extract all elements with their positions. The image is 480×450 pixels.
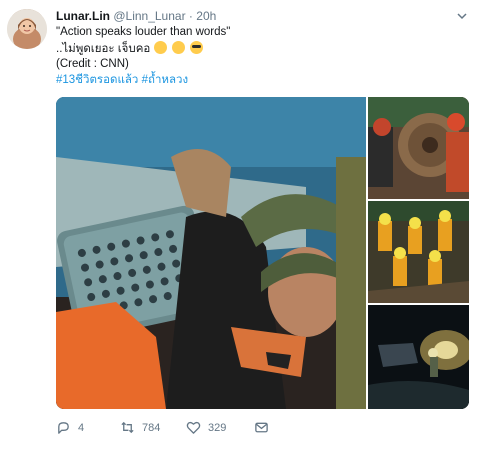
reply-icon [58, 422, 69, 434]
tweet-text: "Action speaks louder than words" ..ไม่พ… [56, 25, 466, 88]
chevron-down-icon[interactable] [456, 10, 468, 22]
media-photo-2[interactable] [368, 97, 469, 199]
like-button[interactable]: 329 [186, 420, 226, 435]
hashtag-link-2[interactable]: #ถ้ำหลวง [142, 74, 189, 86]
sunglasses-face-emoji [189, 40, 203, 54]
retweet-icon [121, 421, 134, 434]
reply-button[interactable]: 4 [56, 420, 84, 435]
separator-dot: · [188, 9, 193, 23]
tweet-timestamp[interactable]: 20h [196, 9, 216, 23]
direct-message-button[interactable] [254, 420, 269, 435]
author-name[interactable]: Lunar.Lin [56, 9, 110, 23]
tweet-credit: (Credit : CNN) [56, 58, 129, 70]
media-photo-3[interactable] [368, 201, 469, 303]
retweet-button[interactable]: 784 [120, 420, 160, 435]
tweet-thai-text: ..ไม่พูดเยอะ เจ็บคอ [56, 42, 151, 55]
tweet-hashtags: #13ชีวิตรอดแล้ว #ถ้ำหลวง [56, 73, 466, 89]
media-photo-4[interactable] [368, 305, 469, 409]
media-gallery [56, 97, 469, 409]
avatar[interactable] [7, 9, 47, 49]
tweet-header: Lunar.Lin @Linn_Lunar · 20h [56, 9, 216, 23]
zipper-mouth-face-emoji [153, 40, 167, 54]
hashtag-link-1[interactable]: #13ชีวิตรอดแล้ว [56, 74, 138, 86]
retweet-count: 784 [142, 421, 161, 434]
envelope-icon [255, 422, 268, 433]
author-handle[interactable]: @Linn_Lunar [113, 9, 185, 23]
tweet-card[interactable]: Lunar.Lin @Linn_Lunar · 20h "Action spea… [0, 0, 480, 450]
media-photo-main[interactable] [56, 97, 366, 409]
relieved-face-emoji [171, 40, 185, 54]
tweet-line-thai: ..ไม่พูดเยอะ เจ็บคอ [56, 40, 466, 58]
reply-count: 4 [78, 421, 85, 434]
heart-icon [186, 421, 201, 434]
like-count: 329 [208, 421, 227, 434]
tweet-line-quote: "Action speaks louder than words" [56, 26, 231, 38]
